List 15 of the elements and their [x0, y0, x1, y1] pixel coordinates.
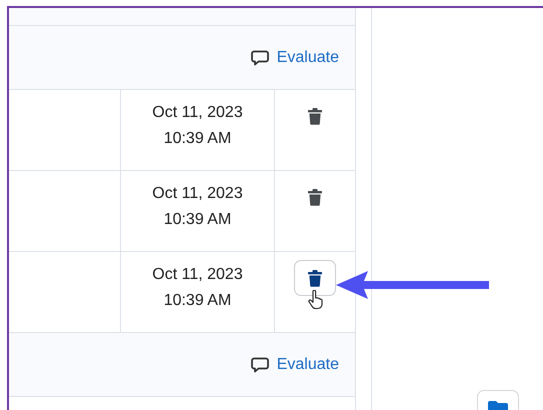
date-text: Oct 11, 2023: [152, 266, 243, 284]
date-text: Oct 11, 2023: [152, 104, 243, 122]
time-text: 10:39 AM: [164, 211, 232, 229]
time-text: 10:39 AM: [164, 292, 232, 310]
speech-bubble-icon: [250, 356, 269, 372]
hand-cursor-icon: [308, 290, 324, 310]
speech-bubble-icon: [250, 50, 269, 66]
evaluate-link[interactable]: Evaluate: [250, 48, 339, 66]
date-text: Oct 11, 2023: [152, 185, 243, 203]
evaluate-link[interactable]: Evaluate: [250, 356, 339, 374]
trash-icon: [308, 270, 322, 286]
time-text: 10:39 AM: [164, 130, 232, 148]
trash-icon: [308, 108, 322, 124]
delete-button[interactable]: [294, 260, 336, 296]
trash-icon: [308, 188, 322, 206]
